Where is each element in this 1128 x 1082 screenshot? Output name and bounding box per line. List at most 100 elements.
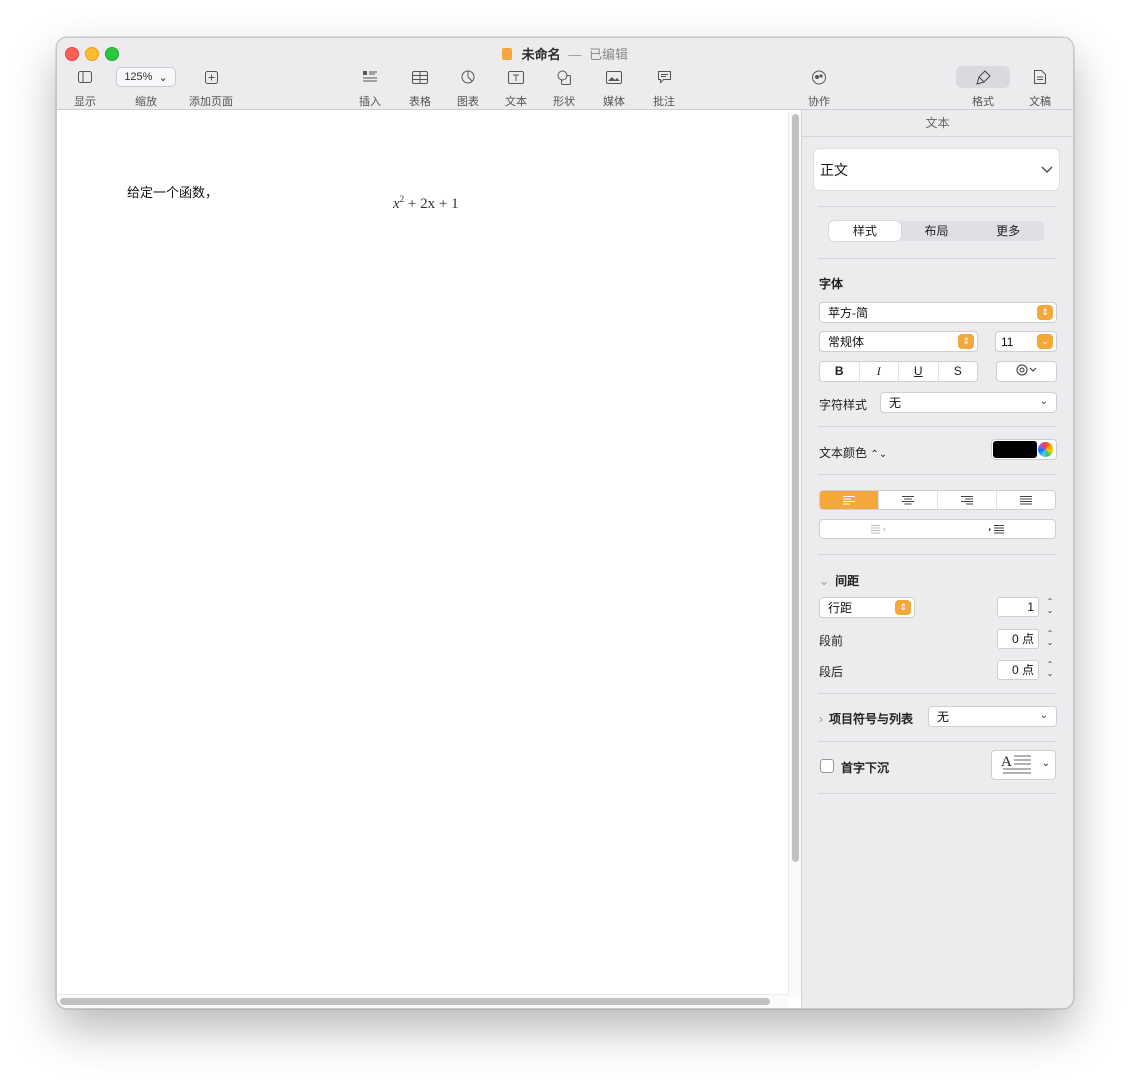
increase-indent-button[interactable] <box>938 520 1056 538</box>
char-style-popup[interactable]: 无 ⌄ <box>880 392 1057 413</box>
zoom-popup[interactable]: 125% ⌄ <box>116 67 176 87</box>
text-label: 文本 <box>505 96 527 108</box>
horizontal-scroll-thumb[interactable] <box>60 998 770 1005</box>
tab-layout[interactable]: 布局 <box>901 221 973 241</box>
vertical-scrollbar[interactable] <box>788 112 801 997</box>
table-button[interactable]: 表格 <box>405 66 435 109</box>
document-button[interactable]: 文稿 <box>1023 66 1057 109</box>
equation[interactable]: x2 + 2x + 1 <box>393 194 459 213</box>
color-wheel-icon[interactable] <box>1038 442 1053 457</box>
divider <box>818 206 1056 207</box>
text-tabs: 样式 布局 更多 <box>829 221 1044 241</box>
collaborate-button[interactable]: 协作 <box>804 66 834 109</box>
color-swatch[interactable] <box>993 441 1037 458</box>
document-canvas[interactable]: 给定一个函数， x2 + 2x + 1 <box>57 110 801 1008</box>
justify-button[interactable] <box>997 491 1055 509</box>
title-separator: — <box>568 47 582 62</box>
sidebar-header: 文本 <box>802 110 1073 137</box>
formula-rest: + 2x + 1 <box>404 196 459 212</box>
format-button[interactable]: 格式 <box>955 66 1011 109</box>
table-icon <box>405 66 435 88</box>
chart-button[interactable]: 图表 <box>453 66 483 109</box>
drop-cap-checkbox[interactable] <box>820 759 834 773</box>
horizontal-scrollbar[interactable] <box>57 994 788 1008</box>
font-family-popup[interactable]: 苹方-简 ⇕ <box>819 302 1057 323</box>
up-down-icon: ⌃⌄ <box>870 449 888 460</box>
font-size-field[interactable]: 11 ⌄ <box>995 331 1057 352</box>
bullets-value: 无 <box>937 710 950 724</box>
align-right-button[interactable] <box>938 491 997 509</box>
divider <box>818 693 1056 694</box>
insert-icon <box>355 66 385 88</box>
media-button[interactable]: 媒体 <box>599 66 629 109</box>
collaborate-icon <box>804 66 834 88</box>
decrease-indent-button[interactable] <box>820 520 938 538</box>
formula-base: x <box>393 196 400 212</box>
zoom-control[interactable]: 125% ⌄ 缩放 <box>115 66 177 109</box>
chevron-down-icon <box>1041 163 1053 177</box>
chevron-down-icon: ⌄ <box>1039 710 1048 721</box>
vertical-scroll-thumb[interactable] <box>792 114 799 862</box>
line-spacing-field[interactable]: 1 <box>997 597 1039 617</box>
tab-more[interactable]: 更多 <box>972 221 1044 241</box>
align-left-button[interactable] <box>820 491 879 509</box>
text-box-button[interactable]: 文本 <box>501 66 531 109</box>
chevron-right-icon: › <box>819 712 823 726</box>
insert-label: 插入 <box>359 96 381 108</box>
add-page-button[interactable]: 添加页面 <box>183 66 239 109</box>
collaborate-label: 协作 <box>808 96 830 108</box>
up-down-icon: ⇕ <box>895 600 911 615</box>
paintbrush-icon <box>956 66 1010 88</box>
font-weight-popup[interactable]: 常规体 ⇕ <box>819 331 978 352</box>
line-spacing-stepper[interactable]: ⌃ ⌄ <box>1045 597 1055 617</box>
edited-status: 已编辑 <box>588 47 628 62</box>
format-sidebar: 文本 正文 样式 布局 更多 字体 苹方-简 ⇕ 常规体 ⇕ 11 ⌄ B I … <box>802 110 1073 1008</box>
add-page-icon <box>183 66 239 88</box>
bold-button[interactable]: B <box>820 362 860 381</box>
indent-buttons <box>819 519 1056 539</box>
bullets-section-title[interactable]: › 项目符号与列表 <box>819 710 913 727</box>
drop-cap-style-popup[interactable]: A ⌄ <box>991 750 1056 780</box>
divider <box>818 426 1056 427</box>
font-weight-value: 常规体 <box>828 335 865 349</box>
chevron-down-icon: ⌄ <box>1039 396 1048 407</box>
up-down-icon: ⇕ <box>958 334 974 349</box>
strikethrough-button[interactable]: S <box>939 362 978 381</box>
line-spacing-popup[interactable]: 行距 ⇕ <box>819 597 915 618</box>
shape-icon <box>549 66 579 88</box>
zoom-label: 缩放 <box>135 96 157 108</box>
up-down-icon: ⇕ <box>1037 305 1053 320</box>
sidebar-icon <box>65 66 105 88</box>
body-text[interactable]: 给定一个函数， <box>127 182 218 201</box>
bullets-title-text: 项目符号与列表 <box>829 712 914 726</box>
chevron-down-icon: ⌄ <box>158 71 168 84</box>
media-label: 媒体 <box>603 96 625 108</box>
shape-button[interactable]: 形状 <box>549 66 579 109</box>
drop-cap-icon: A <box>1001 753 1033 780</box>
bullets-popup[interactable]: 无 ⌄ <box>928 706 1057 727</box>
align-center-button[interactable] <box>879 491 938 509</box>
svg-text:A: A <box>1001 754 1012 770</box>
view-label: 显示 <box>74 96 96 108</box>
chart-label: 图表 <box>457 96 479 108</box>
text-options-button[interactable] <box>996 361 1057 382</box>
text-color-text: 文本颜色 <box>819 446 868 460</box>
tab-style[interactable]: 样式 <box>829 221 901 241</box>
space-before-field[interactable]: 0 点 <box>997 629 1039 649</box>
italic-button[interactable]: I <box>860 362 899 381</box>
comment-button[interactable]: 批注 <box>649 66 679 109</box>
text-color-well[interactable] <box>991 439 1057 460</box>
insert-button[interactable]: 插入 <box>355 66 385 109</box>
space-after-field[interactable]: 0 点 <box>997 660 1039 680</box>
paragraph-style-popup[interactable]: 正文 <box>813 148 1060 191</box>
space-after-label: 段后 <box>819 665 844 679</box>
view-button[interactable]: 显示 <box>65 66 105 109</box>
space-before-stepper[interactable]: ⌃ ⌄ <box>1045 629 1055 649</box>
divider <box>818 741 1056 742</box>
text-color-label[interactable]: 文本颜色 ⌃⌄ <box>819 444 887 461</box>
paragraph-style-value: 正文 <box>820 161 848 178</box>
spacing-section-title[interactable]: ⌄ 间距 <box>819 572 859 589</box>
space-after-stepper[interactable]: ⌃ ⌄ <box>1045 660 1055 680</box>
underline-button[interactable]: U <box>899 362 939 381</box>
toolbar: 未命名 — 已编辑 显示 125% ⌄ 缩放 添加页面 插入 表格 图表 文本 … <box>57 38 1073 110</box>
